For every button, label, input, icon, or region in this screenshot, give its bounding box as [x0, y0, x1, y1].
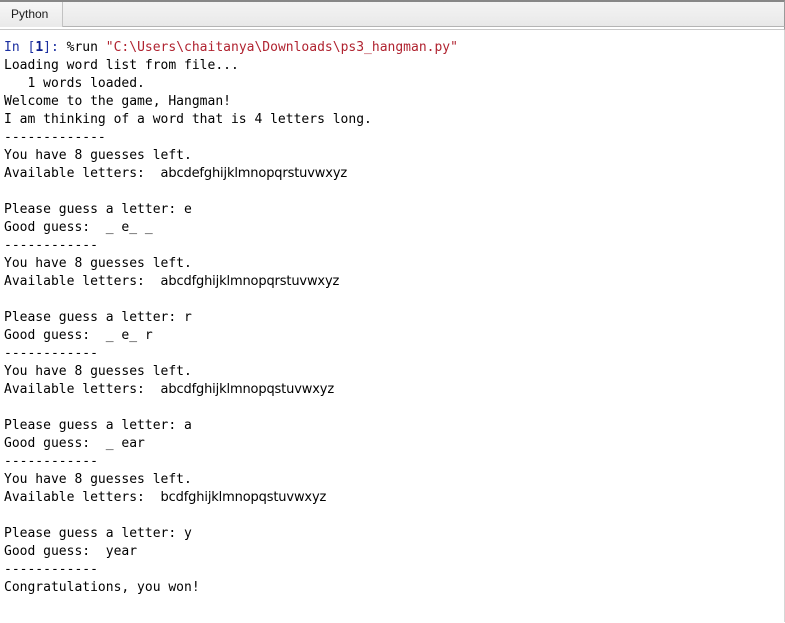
- console-line-guesses-4: You have 8 guesses left.: [4, 472, 192, 487]
- console-line-words-loaded: 1 words loaded.: [4, 76, 145, 91]
- available-letters-value: abcdfghijklmnopqrstuvwxyz: [160, 274, 340, 289]
- console-line-welcome: Welcome to the game, Hangman!: [4, 94, 231, 109]
- console-line-sep-1: -------------: [4, 130, 106, 145]
- console-line-congrats: Congratulations, you won!: [4, 580, 200, 595]
- console-tab-bar: Python: [0, 0, 785, 27]
- python-console-window: Python In [1]: %run "C:\Users\chaitanya\…: [0, 0, 785, 623]
- console-line-word-length: I am thinking of a word that is 4 letter…: [4, 112, 372, 127]
- console-line-guess-prompt-2: Please guess a letter: r: [4, 310, 192, 325]
- prompt-suffix: ]:: [43, 40, 67, 55]
- console-line-available-4: Available letters: bcdfghijklmnopqstuvwx…: [4, 489, 784, 507]
- tab-python-label: Python: [11, 7, 49, 21]
- console-line-available-3: Available letters: abcdfghijklmnopqstuvw…: [4, 381, 784, 399]
- available-letters-label: Available letters:: [4, 382, 161, 397]
- prompt-prefix: In [: [4, 40, 36, 55]
- script-path-string: "C:\Users\chaitanya\Downloads\ps3_hangma…: [105, 40, 458, 55]
- console-line-loading: Loading word list from file...: [4, 58, 239, 73]
- console-line-guess-prompt-4: Please guess a letter: y: [4, 526, 192, 541]
- console-line-blank-3: [4, 399, 784, 417]
- input-prompt: In [1]:: [4, 40, 67, 55]
- console-line-available-2: Available letters: abcdfghijklmnopqrstuv…: [4, 273, 784, 291]
- available-letters-value: abcdefghijklmnopqrstuvwxyz: [160, 166, 348, 181]
- tab-python[interactable]: Python: [0, 1, 64, 27]
- available-letters-label: Available letters:: [4, 490, 161, 505]
- console-line-blank-2: [4, 291, 784, 309]
- console-input-line: In [1]: %run "C:\Users\chaitanya\Downloa…: [4, 39, 784, 57]
- console-line-guesses-2: You have 8 guesses left.: [4, 256, 192, 271]
- console-line-good-guess-4: Good guess: year: [4, 544, 138, 559]
- prompt-number: 1: [35, 40, 44, 55]
- console-line-sep-3: ------------: [4, 346, 98, 361]
- console-line-guess-prompt-1: Please guess a letter: e: [4, 202, 192, 217]
- console-line-guesses-3: You have 8 guesses left.: [4, 364, 192, 379]
- available-letters-label: Available letters:: [4, 166, 161, 181]
- available-letters-value: abcdfghijklmnopqstuvwxyz: [160, 382, 335, 397]
- run-magic-command: %run: [66, 40, 106, 55]
- console-output-area[interactable]: In [1]: %run "C:\Users\chaitanya\Downloa…: [0, 30, 785, 622]
- console-line-guesses-1: You have 8 guesses left.: [4, 148, 192, 163]
- console-line-blank-4: [4, 507, 784, 525]
- console-line-good-guess-3: Good guess: _ ear: [4, 436, 145, 451]
- console-line-good-guess-2: Good guess: _ e_ r: [4, 328, 153, 343]
- console-line-good-guess-1: Good guess: _ e_ _: [4, 220, 153, 235]
- console-output-lines: Loading word list from file... 1 words l…: [4, 57, 784, 597]
- console-line-blank-1: [4, 183, 784, 201]
- console-line-sep-2: ------------: [4, 238, 98, 253]
- available-letters-label: Available letters:: [4, 274, 161, 289]
- console-line-sep-4: ------------: [4, 454, 98, 469]
- console-line-guess-prompt-3: Please guess a letter: a: [4, 418, 192, 433]
- available-letters-value: bcdfghijklmnopqstuvwxyz: [160, 490, 327, 505]
- console-line-available-1: Available letters: abcdefghijklmnopqrstu…: [4, 165, 784, 183]
- console-line-sep-5: ------------: [4, 562, 98, 577]
